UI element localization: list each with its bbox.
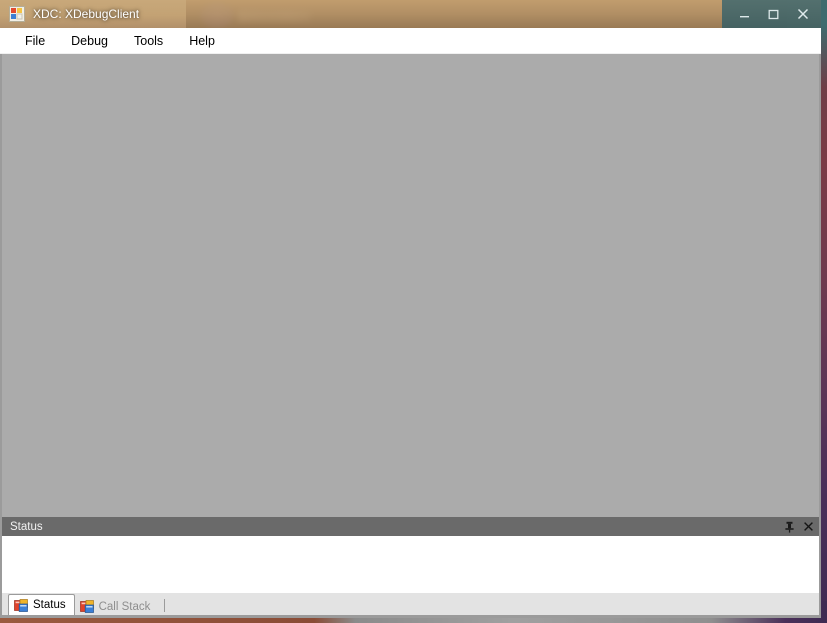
- window-title: XDC: XDebugClient: [33, 7, 140, 21]
- pin-icon: [785, 521, 794, 533]
- close-button[interactable]: [788, 4, 817, 24]
- menu-item-help[interactable]: Help: [178, 31, 226, 51]
- dock-tab-strip: Status Call Stack: [0, 593, 821, 615]
- close-icon: [797, 8, 808, 20]
- tab-strip-separator: [164, 599, 166, 612]
- status-panel-close-button[interactable]: [800, 518, 817, 535]
- auto-hide-pin-button[interactable]: [781, 518, 798, 535]
- close-icon: [804, 522, 813, 531]
- minimize-icon: [740, 15, 749, 17]
- maximize-button[interactable]: [759, 4, 788, 24]
- tab-status[interactable]: Status: [8, 594, 75, 615]
- title-bar[interactable]: XDC: XDebugClient: [0, 0, 821, 28]
- mdi-client-area[interactable]: [0, 54, 821, 517]
- status-panel-caption-bar: Status: [2, 517, 819, 536]
- maximize-icon: [768, 9, 779, 19]
- tab-label: Call Stack: [98, 600, 151, 613]
- minimize-button[interactable]: [730, 4, 759, 24]
- document-window-icon: [14, 598, 28, 612]
- status-panel-body[interactable]: [2, 536, 819, 593]
- document-window-icon: [79, 600, 94, 613]
- application-window: XDC: XDebugClient File Debug Tools Help …: [0, 0, 821, 618]
- tab-label: Status: [33, 599, 66, 611]
- menu-item-debug[interactable]: Debug: [60, 31, 119, 51]
- window-controls: [722, 0, 821, 28]
- app-icon: [9, 6, 25, 22]
- status-panel-title: Status: [10, 520, 43, 533]
- status-dock-panel: Status: [0, 517, 821, 593]
- menu-bar: File Debug Tools Help: [0, 28, 821, 54]
- menu-item-file[interactable]: File: [14, 31, 56, 51]
- menu-item-tools[interactable]: Tools: [123, 31, 174, 51]
- tab-call-stack[interactable]: Call Stack: [75, 597, 159, 616]
